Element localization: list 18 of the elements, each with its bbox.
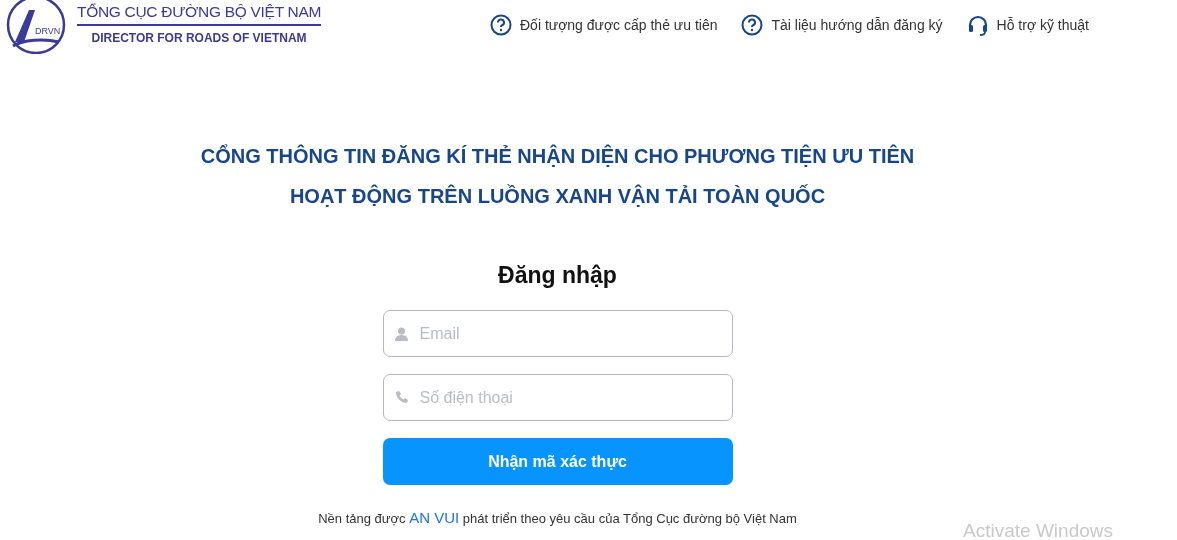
brand-title: TỔNG CỤC ĐƯỜNG BỘ VIỆT NAM xyxy=(77,3,322,26)
brand-subtitle: DIRECTOR FOR ROADS OF VIETNAM xyxy=(90,31,308,45)
person-icon xyxy=(394,326,408,341)
nav-link[interactable]: Đối tượng được cấp thẻ ưu tiên xyxy=(490,14,718,36)
page-heading: HOẠT ĐỘNG TRÊN LUỒNG XANH VẬN TẢI TOÀN QUỐC xyxy=(289,183,826,209)
email-field[interactable]: Email xyxy=(382,310,733,357)
nav-link[interactable]: Tài liệu hướng dẫn đăng ký xyxy=(741,14,943,36)
footer-text: Nền tảng được AN VUI phát triển theo yêu cầu của Tổng Cục đường bộ Việt Nam xyxy=(318,509,797,526)
developer-link[interactable]: AN VUI xyxy=(409,509,460,526)
help-icon xyxy=(490,14,512,36)
headset-icon xyxy=(966,14,989,36)
page-heading: CỔNG THÔNG TIN ĐĂNG KÍ THẺ NHẬN DIỆN CHO PHƯƠNG TIỆN ƯU TIÊN xyxy=(200,143,915,169)
phone-field[interactable]: Số điện thoại xyxy=(382,374,733,421)
nav-link[interactable]: Hỗ trợ kỹ thuật xyxy=(966,14,1089,36)
phone-icon xyxy=(394,391,408,404)
login-title: Đăng nhập xyxy=(498,262,617,289)
help-icon xyxy=(741,14,764,36)
logo-icon: DRVN xyxy=(5,0,67,54)
